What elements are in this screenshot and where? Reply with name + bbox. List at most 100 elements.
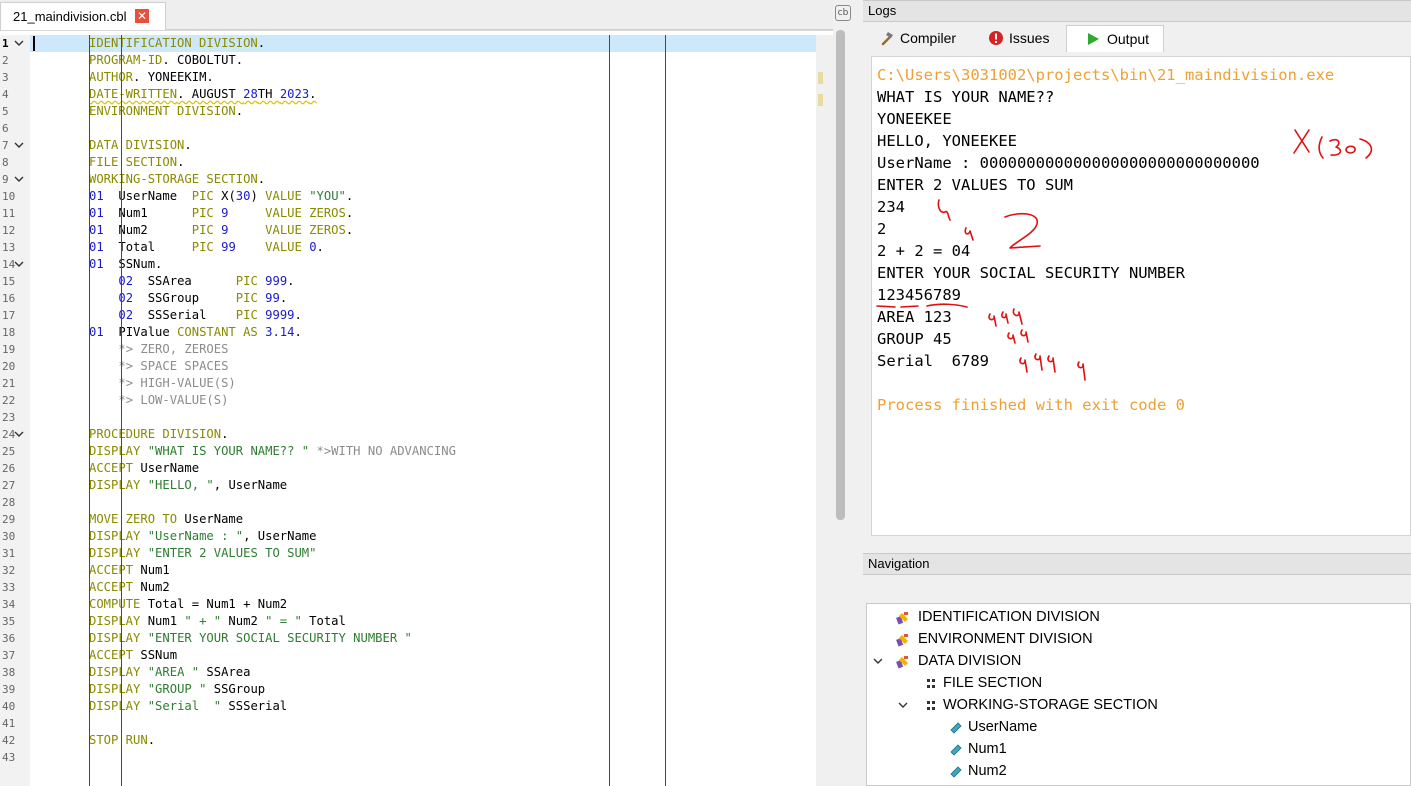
code-line-text: ENVIRONMENT DIVISION. — [89, 104, 244, 118]
line-number: 35 — [0, 613, 30, 630]
code-line[interactable]: *> LOW-VALUE(S) — [30, 392, 816, 409]
code-line[interactable]: DISPLAY "AREA " SSArea — [30, 664, 816, 681]
code-line[interactable]: 01 PIValue CONSTANT AS 3.14. — [30, 324, 816, 341]
code-line-text: DISPLAY "UserName : ", UserName — [89, 529, 317, 543]
code-line[interactable]: 01 SSNum. — [30, 256, 816, 273]
line-number-label: 2 — [2, 54, 9, 67]
navigation-title: Navigation — [868, 556, 930, 571]
line-number: 12 — [0, 222, 30, 239]
line-number-label: 13 — [2, 241, 16, 254]
code-line[interactable]: 01 Total PIC 99 VALUE 0. — [30, 239, 816, 256]
navigation-tree[interactable]: IDENTIFICATION DIVISION ENVIRONMENT DIVIS… — [866, 603, 1411, 786]
code-line-text: ACCEPT SSNum — [89, 648, 178, 662]
editor-scroll-gutter[interactable] — [816, 35, 833, 786]
code-area[interactable]: IDENTIFICATION DIVISION. PROGRAM-ID. COBO… — [30, 35, 816, 786]
code-line[interactable]: 02 SSGroup PIC 99. — [30, 290, 816, 307]
line-number-label: 10 — [2, 190, 16, 203]
nav-item-label: Num1 — [968, 741, 1007, 757]
code-line[interactable]: 01 Num2 PIC 9 VALUE ZEROS. — [30, 222, 816, 239]
line-number: 9 — [0, 171, 30, 188]
code-line[interactable] — [30, 715, 816, 732]
code-line-text: 01 Num1 PIC 9 VALUE ZEROS. — [89, 206, 354, 220]
line-number-label: 15 — [2, 275, 16, 288]
line-number: 38 — [0, 664, 30, 681]
code-line[interactable]: IDENTIFICATION DIVISION. — [30, 35, 816, 52]
code-line[interactable]: DISPLAY "HELLO, ", UserName — [30, 477, 816, 494]
code-line[interactable]: DATE-WRITTEN. AUGUST 28TH 2023. — [30, 86, 816, 103]
code-line[interactable]: ACCEPT Num1 — [30, 562, 816, 579]
code-line[interactable]: DISPLAY "Serial " SSSerial — [30, 698, 816, 715]
line-number-label: 11 — [2, 207, 16, 220]
code-line[interactable]: DISPLAY "UserName : ", UserName — [30, 528, 816, 545]
warning-marker[interactable] — [818, 72, 823, 84]
margin-guide-line — [89, 35, 90, 786]
code-line[interactable]: 01 Num1 PIC 9 VALUE ZEROS. — [30, 205, 816, 222]
output-console[interactable]: C:\Users\3031002\projects\bin\21_maindiv… — [871, 56, 1411, 536]
code-line[interactable]: 01 UserName PIC X(30) VALUE "YOU". — [30, 188, 816, 205]
code-line[interactable]: PROCEDURE DIVISION. — [30, 426, 816, 443]
code-line[interactable]: DISPLAY Num1 " + " Num2 " = " Total — [30, 613, 816, 630]
code-line-text: DISPLAY Num1 " + " Num2 " = " Total — [89, 614, 346, 628]
chevron-down-icon[interactable] — [873, 650, 885, 680]
line-number-label: 3 — [2, 71, 9, 84]
line-number-label: 27 — [2, 479, 16, 492]
line-number: 22 — [0, 392, 30, 409]
line-number-label: 36 — [2, 632, 16, 645]
tab-compiler[interactable]: Compiler — [870, 25, 970, 51]
line-number-label: 35 — [2, 615, 16, 628]
code-line[interactable]: ACCEPT Num2 — [30, 579, 816, 596]
tab-issues[interactable]: Issues — [976, 25, 1062, 51]
warning-marker[interactable] — [818, 94, 823, 106]
code-line[interactable]: STOP RUN. — [30, 732, 816, 749]
line-number-label: 4 — [2, 88, 9, 101]
code-line[interactable]: COMPUTE Total = Num1 + Num2 — [30, 596, 816, 613]
code-line-text: DISPLAY "ENTER YOUR SOCIAL SECURITY NUMB… — [89, 631, 412, 645]
code-line[interactable]: DISPLAY "WHAT IS YOUR NAME?? " *>WITH NO… — [30, 443, 816, 460]
code-line[interactable]: MOVE ZERO TO UserName — [30, 511, 816, 528]
code-line[interactable]: DISPLAY "GROUP " SSGroup — [30, 681, 816, 698]
line-number-label: 40 — [2, 700, 16, 713]
close-tab-icon[interactable]: ✕ — [135, 9, 149, 23]
code-editor[interactable]: 21_maindivision.cbl ✕ 1 2 3 4 5 6 7 8 9 10 11 12 13 1… — [0, 0, 833, 786]
code-line[interactable]: DISPLAY "ENTER 2 VALUES TO SUM" — [30, 545, 816, 562]
line-number: 27 — [0, 477, 30, 494]
code-line[interactable] — [30, 749, 816, 766]
line-number: 6 — [0, 120, 30, 137]
code-line[interactable]: ENVIRONMENT DIVISION. — [30, 103, 816, 120]
code-line[interactable]: FILE SECTION. — [30, 154, 816, 171]
line-number-label: 41 — [2, 717, 16, 730]
code-line[interactable]: *> HIGH-VALUE(S) — [30, 375, 816, 392]
section-icon — [924, 698, 938, 712]
line-number: 30 — [0, 528, 30, 545]
code-line-text: PROCEDURE DIVISION. — [89, 427, 229, 441]
tab-output[interactable]: Output — [1066, 25, 1164, 52]
editor-scrollbar-thumb[interactable] — [836, 30, 845, 520]
code-line[interactable]: AUTHOR. YONEEKIM. — [30, 69, 816, 86]
code-line-text: DISPLAY "WHAT IS YOUR NAME?? " *>WITH NO… — [89, 444, 456, 458]
code-line[interactable]: *> SPACE SPACES — [30, 358, 816, 375]
code-outline-icon[interactable]: cb — [835, 5, 851, 21]
code-line[interactable]: 02 SSArea PIC 999. — [30, 273, 816, 290]
code-line[interactable]: ACCEPT UserName — [30, 460, 816, 477]
code-line[interactable]: *> ZERO, ZEROES — [30, 341, 816, 358]
line-number: 11 — [0, 205, 30, 222]
code-line[interactable]: DATA DIVISION. — [30, 137, 816, 154]
code-line[interactable]: 02 SSSerial PIC 9999. — [30, 307, 816, 324]
chevron-down-icon[interactable] — [898, 694, 910, 724]
code-line-text: DISPLAY "Serial " SSSerial — [89, 699, 288, 713]
code-line[interactable]: PROGRAM-ID. COBOLTUT. — [30, 52, 816, 69]
output-line: 234 — [877, 198, 905, 216]
output-line: WHAT IS YOUR NAME?? — [877, 88, 1055, 106]
code-line[interactable] — [30, 409, 816, 426]
code-line[interactable]: WORKING-STORAGE SECTION. — [30, 171, 816, 188]
code-line[interactable] — [30, 120, 816, 137]
file-tab[interactable]: 21_maindivision.cbl ✕ — [0, 2, 166, 30]
tab-strip-divider — [166, 29, 833, 30]
code-line-text: 01 SSNum. — [89, 257, 163, 271]
code-line[interactable]: ACCEPT SSNum — [30, 647, 816, 664]
code-line[interactable] — [30, 494, 816, 511]
line-number: 43 — [0, 749, 30, 766]
code-line[interactable]: DISPLAY "ENTER YOUR SOCIAL SECURITY NUMB… — [30, 630, 816, 647]
division-icon — [895, 654, 909, 669]
line-number-label: 25 — [2, 445, 16, 458]
